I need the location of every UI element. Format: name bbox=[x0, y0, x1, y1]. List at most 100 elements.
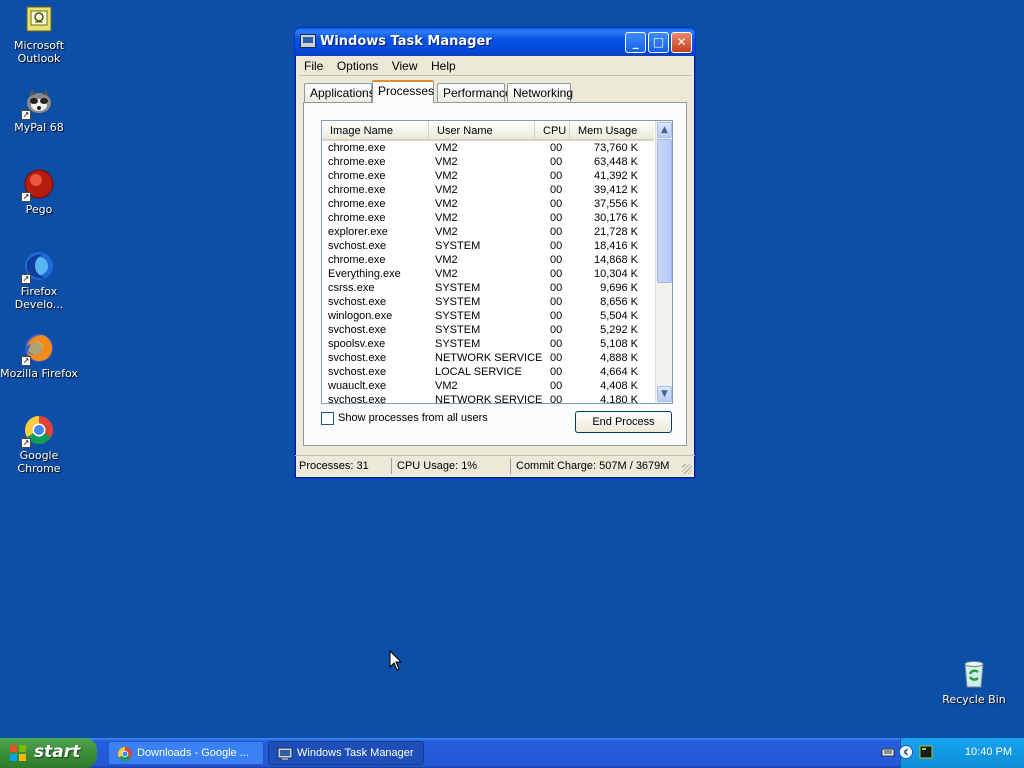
desktop-icon-mypal[interactable]: ↗ MyPal 68 bbox=[0, 86, 78, 134]
process-mem: 5,292 K bbox=[600, 324, 638, 336]
process-row[interactable]: explorer.exe VM2 00 21,728 K bbox=[322, 225, 654, 239]
process-user: SYSTEM bbox=[435, 338, 481, 350]
tab-processes[interactable]: Processes bbox=[372, 80, 434, 103]
scrollbar-thumb[interactable] bbox=[657, 139, 672, 283]
title-bar[interactable]: Windows Task Manager _ □ ✕ bbox=[295, 28, 695, 56]
process-row[interactable]: svchost.exe SYSTEM 00 5,292 K bbox=[322, 323, 654, 337]
desktop-icon-label: Firefox Develo... bbox=[14, 285, 64, 311]
minimize-button[interactable]: _ bbox=[625, 32, 646, 53]
mouse-cursor-icon bbox=[389, 650, 403, 671]
vertical-scrollbar[interactable]: ▲ ▼ bbox=[655, 121, 672, 403]
scroll-up-button[interactable]: ▲ bbox=[657, 122, 672, 138]
task-manager-icon bbox=[300, 34, 316, 48]
status-cpu-usage: CPU Usage: 1% bbox=[397, 460, 478, 472]
show-all-processes-checkbox[interactable] bbox=[321, 412, 334, 425]
process-name: csrss.exe bbox=[328, 282, 375, 294]
process-row[interactable]: svchost.exe NETWORK SERVICE 00 4,888 K bbox=[322, 351, 654, 365]
process-mem: 30,176 K bbox=[593, 212, 638, 224]
process-row[interactable]: chrome.exe VM2 00 63,448 K bbox=[322, 155, 654, 169]
firefox-icon: ↗ bbox=[21, 332, 55, 366]
show-all-processes-label[interactable]: Show processes from all users bbox=[338, 412, 488, 424]
process-user: VM2 bbox=[435, 212, 458, 224]
tab-applications[interactable]: Applications bbox=[304, 83, 375, 102]
process-row[interactable]: chrome.exe VM2 00 30,176 K bbox=[322, 211, 654, 225]
column-mem-usage[interactable]: Mem Usage bbox=[570, 121, 654, 140]
process-row[interactable]: winlogon.exe SYSTEM 00 5,504 K bbox=[322, 309, 654, 323]
desktop-icon-label: Microsoft Outlook bbox=[13, 39, 65, 65]
process-row[interactable]: svchost.exe SYSTEM 00 8,656 K bbox=[322, 295, 654, 309]
process-mem: 9,696 K bbox=[600, 282, 638, 294]
process-name: chrome.exe bbox=[328, 170, 386, 182]
desktop-icon-pego[interactable]: ↗ Pego bbox=[0, 168, 78, 216]
chrome-icon: ↗ bbox=[21, 414, 55, 448]
taskbar-button-label: Windows Task Manager bbox=[297, 747, 414, 759]
process-user: VM2 bbox=[435, 156, 458, 168]
process-user: LOCAL SERVICE bbox=[435, 366, 522, 378]
column-user-name[interactable]: User Name bbox=[429, 121, 535, 140]
desktop-icon-firefox-developer[interactable]: ↗ Firefox Develo... bbox=[0, 250, 78, 311]
process-cpu: 00 bbox=[550, 156, 563, 168]
column-image-name[interactable]: Image Name bbox=[322, 121, 429, 140]
process-row[interactable]: chrome.exe VM2 00 14,868 K bbox=[322, 253, 654, 267]
process-row[interactable]: chrome.exe VM2 00 39,412 K bbox=[322, 183, 654, 197]
process-name: wuauclt.exe bbox=[328, 380, 387, 392]
minimize-icon: _ bbox=[632, 35, 639, 49]
process-row[interactable]: chrome.exe VM2 00 37,556 K bbox=[322, 197, 654, 211]
process-user: VM2 bbox=[435, 170, 458, 182]
process-user: SYSTEM bbox=[435, 310, 481, 322]
process-row[interactable]: Everything.exe VM2 00 10,304 K bbox=[322, 267, 654, 281]
window-title: Windows Task Manager bbox=[320, 34, 492, 49]
desktop-icon-firefox[interactable]: ↗ Mozilla Firefox bbox=[0, 332, 78, 380]
end-process-button[interactable]: End Process bbox=[575, 411, 672, 433]
tab-networking[interactable]: Networking bbox=[507, 83, 573, 102]
menu-view[interactable]: View bbox=[387, 56, 423, 73]
process-row[interactable]: chrome.exe VM2 00 73,760 K bbox=[322, 141, 654, 155]
menu-file[interactable]: File bbox=[299, 56, 328, 73]
close-button[interactable]: ✕ bbox=[671, 32, 692, 53]
process-cpu: 00 bbox=[550, 310, 563, 322]
desktop-icon-outlook[interactable]: Microsoft Outlook bbox=[0, 4, 78, 65]
status-commit-charge: Commit Charge: 507M / 3679M bbox=[516, 460, 670, 472]
process-cpu: 00 bbox=[550, 184, 563, 196]
process-row[interactable]: chrome.exe VM2 00 41,392 K bbox=[322, 169, 654, 183]
menu-help[interactable]: Help bbox=[426, 56, 461, 73]
process-user: VM2 bbox=[435, 268, 458, 280]
process-list[interactable]: Image Name User Name CPU Mem Usage chrom… bbox=[321, 120, 673, 404]
process-row[interactable]: svchost.exe SYSTEM 00 18,416 K bbox=[322, 239, 654, 253]
menu-bar: File Options View Help bbox=[299, 56, 691, 76]
tab-performance[interactable]: Performance bbox=[437, 83, 512, 102]
taskbar-button-task-manager[interactable]: Windows Task Manager bbox=[268, 741, 424, 765]
process-row[interactable]: svchost.exe LOCAL SERVICE 00 4,664 K bbox=[322, 365, 654, 379]
process-name: svchost.exe bbox=[328, 394, 387, 404]
taskbar-button-chrome-downloads[interactable]: Downloads - Google ... bbox=[108, 741, 264, 765]
process-name: chrome.exe bbox=[328, 212, 386, 224]
desktop-icon-label: Mozilla Firefox bbox=[0, 367, 78, 380]
resize-grip[interactable] bbox=[682, 464, 692, 474]
process-row[interactable]: spoolsv.exe SYSTEM 00 5,108 K bbox=[322, 337, 654, 351]
process-cpu: 00 bbox=[550, 240, 563, 252]
terminal-icon[interactable] bbox=[919, 745, 933, 759]
process-mem: 5,504 K bbox=[600, 310, 638, 322]
process-mem: 4,888 K bbox=[600, 352, 638, 364]
maximize-button[interactable]: □ bbox=[648, 32, 669, 53]
process-cpu: 00 bbox=[550, 352, 563, 364]
process-user: VM2 bbox=[435, 184, 458, 196]
process-row[interactable]: wuauclt.exe VM2 00 4,408 K bbox=[322, 379, 654, 393]
process-cpu: 00 bbox=[550, 324, 563, 336]
desktop-icon-recycle-bin[interactable]: Recycle Bin bbox=[935, 658, 1013, 706]
expand-tray-icon[interactable] bbox=[899, 745, 913, 759]
desktop-icon-chrome[interactable]: ↗ Google Chrome bbox=[0, 414, 78, 475]
process-user: SYSTEM bbox=[435, 324, 481, 336]
column-cpu[interactable]: CPU bbox=[535, 121, 570, 140]
process-name: chrome.exe bbox=[328, 254, 386, 266]
process-user: SYSTEM bbox=[435, 240, 481, 252]
menu-options[interactable]: Options bbox=[332, 56, 383, 73]
scroll-down-button[interactable]: ▼ bbox=[657, 386, 672, 402]
start-button[interactable]: start bbox=[0, 738, 97, 768]
process-row[interactable]: csrss.exe SYSTEM 00 9,696 K bbox=[322, 281, 654, 295]
outlook-icon bbox=[23, 4, 55, 36]
desktop-icon-label: Google Chrome bbox=[17, 449, 61, 475]
keyboard-icon[interactable] bbox=[881, 745, 895, 759]
process-cpu: 00 bbox=[550, 212, 563, 224]
process-row[interactable]: svchost.exe NETWORK SERVICE 00 4,180 K bbox=[322, 393, 654, 404]
